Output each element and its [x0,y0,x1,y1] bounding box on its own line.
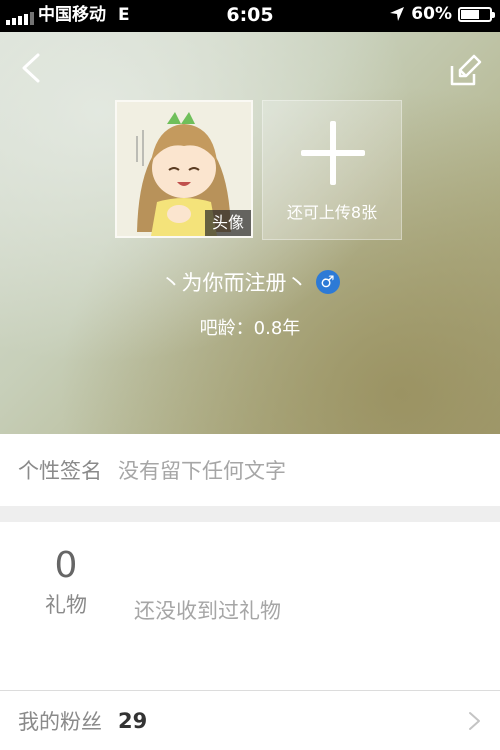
location-arrow-icon [390,7,405,21]
battery-fill [461,9,479,19]
signature-row[interactable]: 个性签名 没有留下任何文字 [0,434,500,506]
edit-profile-button[interactable] [448,52,484,88]
edit-icon [450,54,482,86]
gift-empty-text: 还没收到过礼物 [134,599,281,623]
gift-label: 礼物 [45,593,87,617]
avatar[interactable]: 头像 [115,100,253,238]
status-right: 60% [389,4,495,24]
upload-remaining-label: 还可上传8张 [286,203,378,222]
plus-icon-vertical [330,121,336,185]
gifts-section[interactable]: 0 礼物 还没收到过礼物 [0,522,500,690]
upload-photo-button[interactable]: 还可上传8张 [262,100,402,240]
signature-value: 没有留下任何文字 [118,459,286,483]
profile-header: 头像 还可上传8张 丶为你而注册丶 ♂ 吧龄：0.8年 [0,32,500,434]
back-button[interactable] [16,52,48,84]
fans-count: 29 [118,708,148,733]
battery-icon [458,6,495,22]
battery-percent: 60% [411,4,452,24]
username: 丶为你而注册丶 [160,271,308,295]
username-line: 丶为你而注册丶 ♂ [0,267,500,297]
avatar-tag: 头像 [205,210,251,236]
status-bar: 中国移动 E 6:05 60% [0,0,500,32]
fans-label: 我的粉丝 [18,709,102,734]
chevron-right-icon [469,712,480,730]
section-gap [0,506,500,522]
fans-row[interactable]: 我的粉丝 29 [0,691,500,750]
gift-count: 0 [54,545,78,586]
male-gender-icon: ♂ [315,270,340,294]
chevron-left-icon [22,53,40,83]
signature-label: 个性签名 [18,459,102,483]
tieba-age: 吧龄：0.8年 [199,318,301,339]
